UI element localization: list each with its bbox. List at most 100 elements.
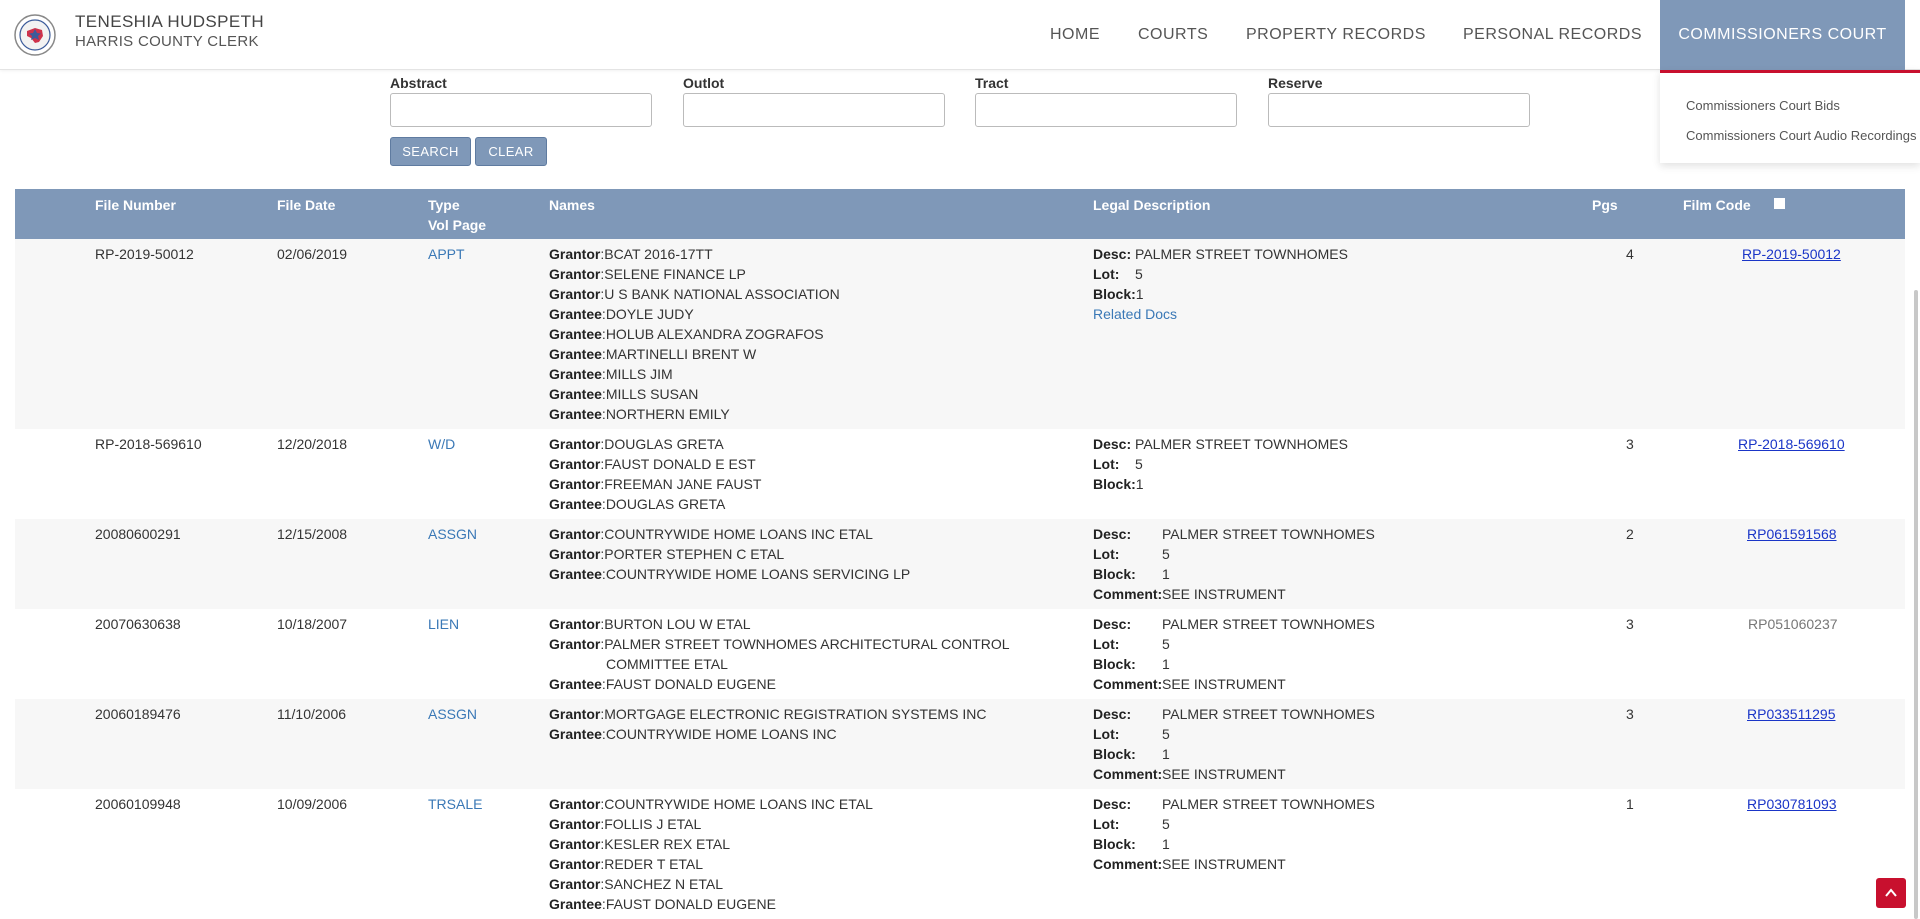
dropdown-item-bids[interactable]: Commissioners Court Bids [1686, 98, 1840, 113]
name-role: Grantee [549, 366, 602, 382]
party-name: BURTON LOU W ETAL [604, 616, 751, 632]
legal-block: 1 [1162, 836, 1170, 852]
name-role: Grantor [549, 546, 601, 562]
name-role: Grantor [549, 856, 601, 872]
party-name: BCAT 2016-17TT [604, 246, 713, 262]
legal-lot: 5 [1135, 456, 1143, 472]
header-type[interactable]: Type [428, 197, 460, 213]
film-code-link[interactable]: RP033511295 [1747, 706, 1835, 722]
table-row: 20060189476 11/10/2006 ASSGN Grantor:MOR… [15, 699, 1905, 789]
nav-commissioners-court[interactable]: COMMISSIONERS COURT [1660, 0, 1905, 70]
header-names[interactable]: Names [549, 197, 595, 213]
legal-lot: 5 [1162, 546, 1170, 562]
reserve-input[interactable] [1268, 93, 1530, 127]
nav-home[interactable]: HOME [1050, 0, 1100, 70]
nav-courts[interactable]: COURTS [1138, 0, 1208, 70]
name-role: Grantor [549, 526, 601, 542]
type-link[interactable]: APPT [428, 246, 465, 262]
clear-button[interactable]: CLEAR [475, 137, 547, 166]
film-code-checkbox[interactable] [1774, 198, 1785, 209]
film-code-link[interactable]: RP030781093 [1747, 796, 1837, 812]
legal-lot: 5 [1162, 636, 1170, 652]
name-role: Grantee [549, 496, 602, 512]
name-role: Grantee [549, 676, 602, 692]
results-table-header: File Number File Date Type Vol Page Name… [15, 189, 1905, 239]
search-button[interactable]: SEARCH [390, 137, 471, 166]
party-name: MORTGAGE ELECTRONIC REGISTRATION SYSTEMS… [604, 706, 987, 722]
legal-block: 1 [1135, 286, 1144, 302]
related-docs-link[interactable]: Related Docs [1093, 304, 1348, 324]
header-file-date[interactable]: File Date [277, 197, 335, 213]
legal-description: Desc: PALMER STREET TOWNHOMES Lot: 5 Block… [1093, 526, 1375, 602]
film-code-link[interactable]: RP-2018-569610 [1738, 436, 1845, 452]
header-legal-description[interactable]: Legal Description [1093, 197, 1210, 213]
file-number: 20060109948 [95, 796, 181, 812]
table-row: 20060109948 10/09/2006 TRSALE Grantor:CO… [15, 789, 1905, 919]
nav-personal-records[interactable]: PERSONAL RECORDS [1463, 0, 1642, 70]
party-name: FOLLIS J ETAL [604, 816, 702, 832]
county-seal-icon[interactable] [14, 14, 56, 56]
names-list: Grantor:BURTON LOU W ETAL Grantor:PALMER… [549, 616, 1010, 692]
name-role: Grantee [549, 726, 602, 742]
names-list: Grantor:BCAT 2016-17TT Grantor:SELENE FI… [549, 246, 840, 422]
film-code: RP051060237 [1748, 616, 1838, 632]
chevron-up-icon [1885, 888, 1897, 897]
name-role: Grantor [549, 616, 601, 632]
party-name: FAUST DONALD EUGENE [605, 896, 776, 912]
legal-description: Desc: PALMER STREET TOWNHOMES Lot: 5 Blo… [1093, 246, 1348, 324]
legal-description: Desc: PALMER STREET TOWNHOMES Lot: 5 Block… [1093, 796, 1375, 872]
legal-description: Desc: PALMER STREET TOWNHOMES Lot: 5 Blo… [1093, 436, 1348, 492]
name-role: Grantee [549, 346, 602, 362]
abstract-input[interactable] [390, 93, 652, 127]
party-name: NORTHERN EMILY [605, 406, 730, 422]
page-count: 3 [1626, 436, 1634, 452]
film-code-link[interactable]: RP-2019-50012 [1742, 246, 1841, 262]
party-name: DOYLE JUDY [605, 306, 694, 322]
legal-block: 1 [1162, 746, 1170, 762]
type-link[interactable]: LIEN [428, 616, 459, 632]
party-name: PALMER STREET TOWNHOMES ARCHITECTURAL CO… [604, 636, 1010, 652]
reserve-label: Reserve [1268, 75, 1323, 91]
table-row: RP-2019-50012 02/06/2019 APPT Grantor:BC… [15, 239, 1905, 429]
film-code-link[interactable]: RP061591568 [1747, 526, 1837, 542]
type-link[interactable]: W/D [428, 436, 455, 452]
dropdown-item-audio-recordings[interactable]: Commissioners Court Audio Recordings [1686, 128, 1916, 143]
party-name: FAUST DONALD E EST [604, 456, 756, 472]
name-role: Grantor [549, 456, 601, 472]
commissioners-court-dropdown: Commissioners Court Bids Commissioners C… [1660, 70, 1920, 163]
outlot-input[interactable] [683, 93, 945, 127]
page-scrollbar[interactable] [1914, 290, 1918, 919]
legal-block: 1 [1162, 656, 1170, 672]
party-name: HOLUB ALEXANDRA ZOGRAFOS [605, 326, 824, 342]
header-file-number[interactable]: File Number [95, 197, 176, 213]
party-name: MARTINELLI BRENT W [605, 346, 757, 362]
clerk-title[interactable]: HARRIS COUNTY CLERK [75, 33, 259, 50]
legal-lot: 5 [1135, 266, 1143, 282]
header-vol-page[interactable]: Vol Page [428, 217, 486, 233]
nav-property-records[interactable]: PROPERTY RECORDS [1246, 0, 1426, 70]
site-header: TENESHIA HUDSPETH HARRIS COUNTY CLERK HO… [0, 0, 1920, 70]
name-role: Grantor [549, 246, 601, 262]
clerk-name[interactable]: TENESHIA HUDSPETH [75, 12, 264, 32]
names-list: Grantor:DOUGLAS GRETA Grantor:FAUST DONA… [549, 436, 762, 512]
type-link[interactable]: ASSGN [428, 706, 477, 722]
party-name: SELENE FINANCE LP [604, 266, 746, 282]
header-pgs[interactable]: Pgs [1592, 197, 1618, 213]
name-role: Grantor [549, 836, 601, 852]
tract-input[interactable] [975, 93, 1237, 127]
legal-block: 1 [1135, 476, 1144, 492]
legal-description: Desc: PALMER STREET TOWNHOMES Lot: 5 Block… [1093, 706, 1375, 782]
name-role: Grantor [549, 266, 601, 282]
page-count: 3 [1626, 706, 1634, 722]
party-name: COUNTRYWIDE HOME LOANS INC [605, 726, 837, 742]
type-link[interactable]: ASSGN [428, 526, 477, 542]
name-role: Grantee [549, 306, 602, 322]
scroll-to-top-button[interactable] [1876, 878, 1906, 908]
header-film-code[interactable]: Film Code [1683, 197, 1751, 213]
file-number: 20080600291 [95, 526, 181, 542]
name-role: Grantor [549, 816, 601, 832]
party-name: U S BANK NATIONAL ASSOCIATION [604, 286, 840, 302]
type-link[interactable]: TRSALE [428, 796, 482, 812]
name-role: Grantee [549, 566, 602, 582]
tract-label: Tract [975, 75, 1009, 91]
